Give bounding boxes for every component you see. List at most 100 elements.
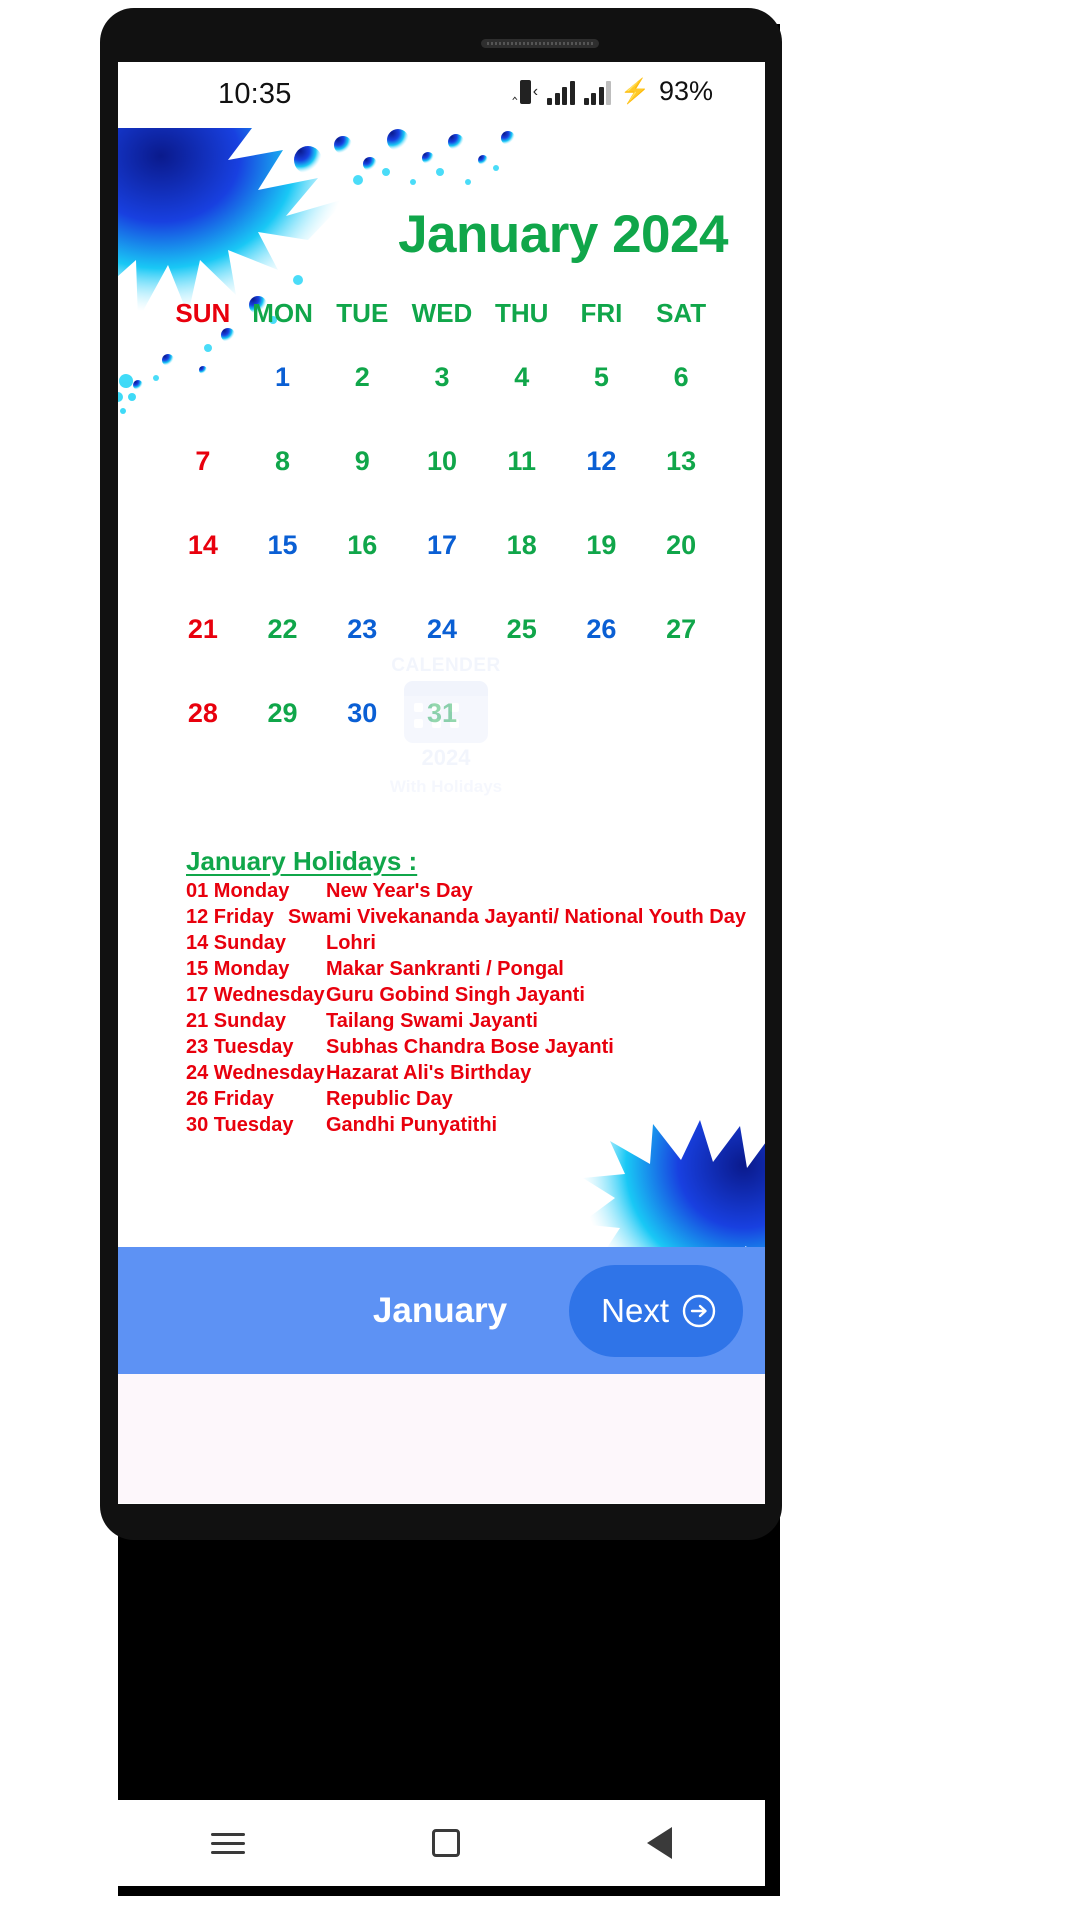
calendar-day-12[interactable]: 12 (562, 446, 642, 477)
vibrate-icon: ‸ ‹ (512, 77, 538, 107)
holiday-name: Hazarat Ali's Birthday (326, 1061, 532, 1084)
watermark-subtitle: With Holidays (389, 777, 503, 796)
holiday-date: 17 Wednesday (186, 983, 325, 1006)
holiday-row: 12 Friday Swami Vivekananda Jayanti/ Nati… (186, 904, 746, 930)
holiday-date: 12 Friday (186, 905, 274, 928)
holiday-date: 14 Sunday (186, 931, 287, 954)
battery-percentage: 93% (658, 76, 713, 106)
calendar-day-15[interactable]: 15 (243, 530, 323, 561)
holiday-row: 17 Wednesday Guru Gobind Singh Jayanti (186, 982, 746, 1008)
holiday-date: 23 Tuesday (186, 1035, 294, 1058)
weekday-tue: TUE (336, 298, 389, 328)
calendar-day-19[interactable]: 19 (562, 530, 642, 561)
calendar-day-18[interactable]: 18 (482, 530, 562, 561)
signal-icon-secondary (583, 79, 612, 105)
calendar-day-6[interactable]: 6 (641, 362, 721, 393)
bottom-strip (118, 1374, 765, 1503)
weekday-mon: MON (252, 298, 313, 328)
calendar-day-1[interactable]: 1 (243, 362, 323, 393)
holiday-date: 30 Tuesday (186, 1113, 294, 1136)
calendar-day-23[interactable]: 23 (322, 614, 402, 645)
calendar-day-30[interactable]: 30 (322, 698, 402, 729)
weekday-wed: WED (411, 298, 473, 328)
signal-icon (547, 79, 575, 105)
calendar-day-24[interactable]: 24 (402, 614, 482, 645)
holiday-name: Makar Sankranti / Pongal (326, 957, 564, 980)
calendar-weekday-row: SUN MON TUE WED THU FRI SAT (163, 298, 721, 335)
weekday-fri: FRI (580, 298, 623, 328)
holiday-name: Subhas Chandra Bose Jayanti (326, 1035, 614, 1058)
calendar-day-5[interactable]: 5 (562, 362, 642, 393)
holiday-name: New Year's Day (326, 879, 473, 902)
holiday-name: Tailang Swami Jayanti (326, 1009, 538, 1032)
holiday-row: 23 Tuesday Subhas Chandra Bose Jayanti (186, 1034, 746, 1060)
calendar-day-28[interactable]: 28 (163, 698, 243, 729)
holiday-row: 26 Friday Republic Day (186, 1086, 746, 1112)
holiday-name: Swami Vivekananda Jayanti/ National Yout… (288, 905, 746, 928)
calendar-page: January 2024 SUN MON TUE WED THU FRI SAT… (118, 128, 765, 1504)
phone-screen: 10:35 ‸ ‹ ⚡ 93% January 2024 SUN MON TUE… (118, 62, 765, 1504)
earpiece-speaker (481, 39, 599, 48)
calendar-week-row: 21 22 23 24 25 26 27 (163, 587, 721, 671)
calendar-week-row: 14 15 16 17 18 19 20 (163, 503, 721, 587)
calendar-day-11[interactable]: 11 (482, 446, 562, 477)
calendar-day-29[interactable]: 29 (243, 698, 323, 729)
screenshot-root: 10:35 ‸ ‹ ⚡ 93% January 2024 SUN MON TUE… (0, 0, 1080, 1920)
status-bar: 10:35 ‸ ‹ ⚡ 93% (118, 62, 765, 128)
calendar-day-7[interactable]: 7 (163, 446, 243, 477)
android-nav-bar (118, 1800, 765, 1886)
calendar-day-21[interactable]: 21 (163, 614, 243, 645)
calendar-day-26[interactable]: 26 (562, 614, 642, 645)
calendar-day-17[interactable]: 17 (402, 530, 482, 561)
holiday-date: 21 Sunday (186, 1009, 287, 1032)
holiday-row: 01 Monday New Year's Day (186, 878, 746, 904)
calendar-day-13[interactable]: 13 (641, 446, 721, 477)
holiday-date: 26 Friday (186, 1087, 274, 1110)
holiday-date: 24 Wednesday (186, 1061, 325, 1084)
calendar-week-row: 7 8 9 10 11 12 13 (163, 419, 721, 503)
holiday-name: Guru Gobind Singh Jayanti (326, 983, 585, 1006)
back-icon[interactable] (646, 1827, 672, 1859)
calendar-grid: SUN MON TUE WED THU FRI SAT 1 2 3 4 5 6 7 8 9 10 1… (163, 298, 721, 755)
menu-icon[interactable] (211, 1827, 246, 1860)
calendar-day-25[interactable]: 25 (482, 614, 562, 645)
weekday-sun: SUN (175, 298, 231, 328)
calendar-day-2[interactable]: 2 (322, 362, 402, 393)
calendar-day-20[interactable]: 20 (641, 530, 721, 561)
weekday-sat: SAT (656, 298, 707, 328)
calendar-day-3[interactable]: 3 (402, 362, 482, 393)
holiday-name: Lohri (326, 931, 376, 954)
weekday-thu: THU (494, 298, 549, 328)
holiday-name: Gandhi Punyatithi (326, 1113, 498, 1136)
next-button[interactable]: Next (569, 1264, 743, 1357)
page-title: January 2024 (398, 205, 728, 264)
arrow-right-icon (681, 1293, 717, 1329)
calendar-day-22[interactable]: 22 (243, 614, 323, 645)
status-time: 10:35 (218, 78, 292, 110)
holiday-row: 24 Wednesday Hazarat Ali's Birthday (186, 1060, 746, 1086)
calendar-week-row: 123456 (163, 335, 721, 419)
holiday-row: 21 Sunday Tailang Swami Jayanti (186, 1008, 746, 1034)
calendar-day-9[interactable]: 9 (322, 446, 402, 477)
holiday-row: 30 Tuesday Gandhi Punyatithi (186, 1112, 746, 1138)
calendar-day-4[interactable]: 4 (482, 362, 562, 393)
holidays-heading: January Holidays : (186, 846, 418, 876)
calendar-day-16[interactable]: 16 (322, 530, 402, 561)
holiday-row: 14 Sunday Lohri (186, 930, 746, 956)
holiday-name: Republic Day (326, 1087, 453, 1110)
calendar-day-27[interactable]: 27 (641, 614, 721, 645)
bottom-navigation-bar: January Next (118, 1247, 765, 1374)
charging-bolt-icon: ⚡ (620, 77, 650, 105)
holidays-list: 01 Monday New Year's Day 12 Friday Swami Vi… (186, 878, 746, 1138)
next-button-label: Next (601, 1291, 669, 1329)
home-icon[interactable] (431, 1829, 460, 1857)
calendar-day-8[interactable]: 8 (243, 446, 323, 477)
calendar-day-10[interactable]: 10 (402, 446, 482, 477)
holiday-row: 15 Monday Makar Sankranti / Pongal (186, 956, 746, 982)
calendar-day-14[interactable]: 14 (163, 530, 243, 561)
holiday-date: 15 Monday (186, 957, 290, 980)
status-icons: ‸ ‹ ⚡ 93% (512, 76, 713, 107)
snowflake-decoration-left (118, 363, 154, 423)
calendar-day-31[interactable]: 31 (402, 698, 482, 729)
current-month-label: January (372, 1290, 508, 1330)
